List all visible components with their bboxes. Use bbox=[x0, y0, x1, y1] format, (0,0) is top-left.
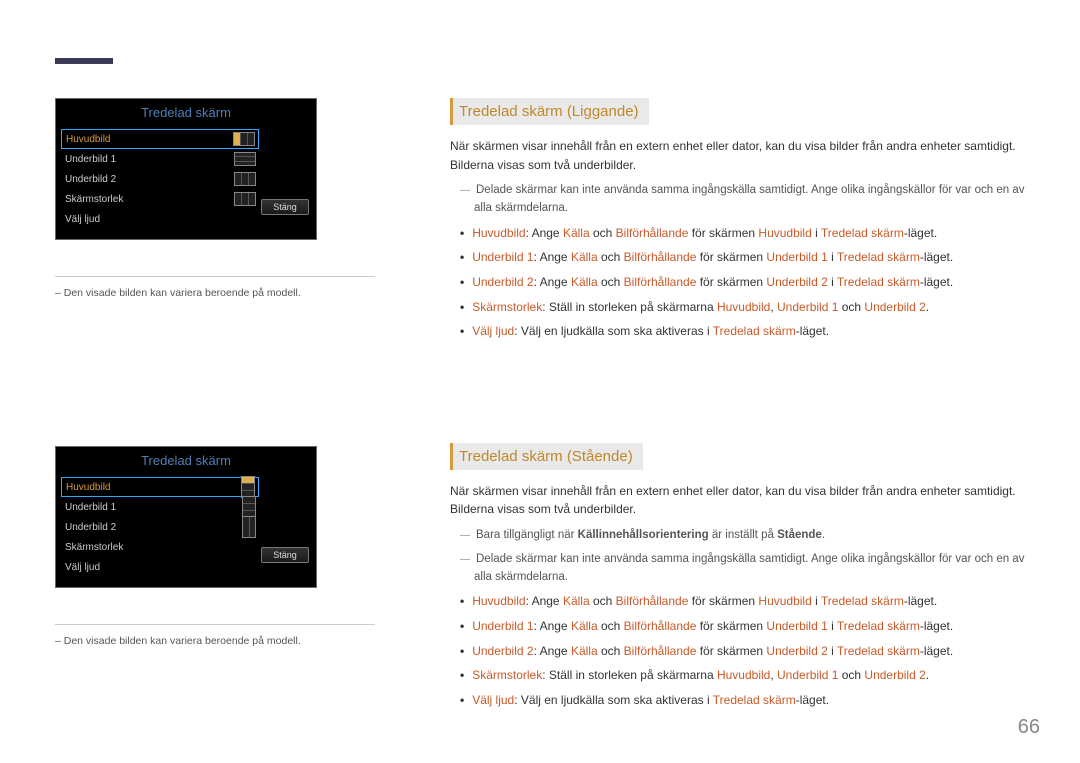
osd-row-underbild1[interactable]: Underbild 1 bbox=[61, 497, 259, 517]
list-item: Välj ljud: Välj en ljudkälla som ska akt… bbox=[460, 322, 1025, 341]
list-item: Underbild 2: Ange Källa och Bilförhållan… bbox=[460, 642, 1025, 661]
layout-icon bbox=[234, 152, 256, 166]
layout-icon bbox=[242, 496, 256, 518]
layout-icon bbox=[234, 172, 256, 186]
osd-row-underbild1[interactable]: Underbild 1 bbox=[61, 149, 259, 169]
caption: – Den visade bilden kan variera beroende… bbox=[55, 624, 375, 647]
list-item: Skärmstorlek: Ställ in storleken på skär… bbox=[460, 298, 1025, 317]
intro-text: När skärmen visar innehåll från en exter… bbox=[450, 482, 1025, 519]
list-item: Huvudbild: Ange Källa och Bilförhållande… bbox=[460, 224, 1025, 243]
close-button[interactable]: Stäng bbox=[261, 547, 309, 563]
osd-panel-portrait: Tredelad skärm Huvudbild Underbild 1 Und… bbox=[55, 446, 317, 588]
osd-panel-landscape: Tredelad skärm Huvudbild Underbild 1 Und… bbox=[55, 98, 317, 240]
note-text: Delade skärmar kan inte använda samma in… bbox=[450, 551, 1025, 587]
osd-row-skarmstorlek[interactable]: Skärmstorlek bbox=[61, 189, 259, 209]
intro-text: När skärmen visar innehåll från en exter… bbox=[450, 137, 1025, 174]
bullet-list: Huvudbild: Ange Källa och Bilförhållande… bbox=[450, 592, 1025, 709]
list-item: Underbild 1: Ange Källa och Bilförhållan… bbox=[460, 248, 1025, 267]
osd-row-underbild2[interactable]: Underbild 2 bbox=[61, 169, 259, 189]
close-button[interactable]: Stäng bbox=[261, 199, 309, 215]
section-heading-landscape: Tredelad skärm (Liggande) bbox=[450, 98, 649, 125]
list-item: Huvudbild: Ange Källa och Bilförhållande… bbox=[460, 592, 1025, 611]
list-item: Underbild 1: Ange Källa och Bilförhållan… bbox=[460, 617, 1025, 636]
osd-row-huvudbild[interactable]: Huvudbild bbox=[61, 129, 259, 149]
osd-title: Tredelad skärm bbox=[56, 447, 316, 473]
osd-row-valjljud[interactable]: Välj ljud bbox=[61, 209, 259, 229]
bullet-list: Huvudbild: Ange Källa och Bilförhållande… bbox=[450, 224, 1025, 341]
layout-icon bbox=[233, 132, 255, 146]
note-text: Bara tillgängligt när Källinnehållsorien… bbox=[450, 527, 1025, 545]
osd-row-skarmstorlek[interactable]: Skärmstorlek bbox=[61, 537, 259, 557]
layout-icon bbox=[234, 192, 256, 206]
layout-icon bbox=[241, 476, 255, 498]
caption: – Den visade bilden kan variera beroende… bbox=[55, 276, 375, 299]
list-item: Välj ljud: Välj en ljudkälla som ska akt… bbox=[460, 691, 1025, 710]
osd-row-valjljud[interactable]: Välj ljud bbox=[61, 557, 259, 577]
list-item: Underbild 2: Ange Källa och Bilförhållan… bbox=[460, 273, 1025, 292]
section-heading-portrait: Tredelad skärm (Stående) bbox=[450, 443, 643, 470]
osd-row-huvudbild[interactable]: Huvudbild bbox=[61, 477, 259, 497]
header-accent bbox=[55, 58, 113, 64]
osd-row-underbild2[interactable]: Underbild 2 bbox=[61, 517, 259, 537]
layout-icon bbox=[242, 516, 256, 538]
osd-title: Tredelad skärm bbox=[56, 99, 316, 125]
list-item: Skärmstorlek: Ställ in storleken på skär… bbox=[460, 666, 1025, 685]
page-number: 66 bbox=[1018, 716, 1040, 739]
note-text: Delade skärmar kan inte använda samma in… bbox=[450, 182, 1025, 218]
